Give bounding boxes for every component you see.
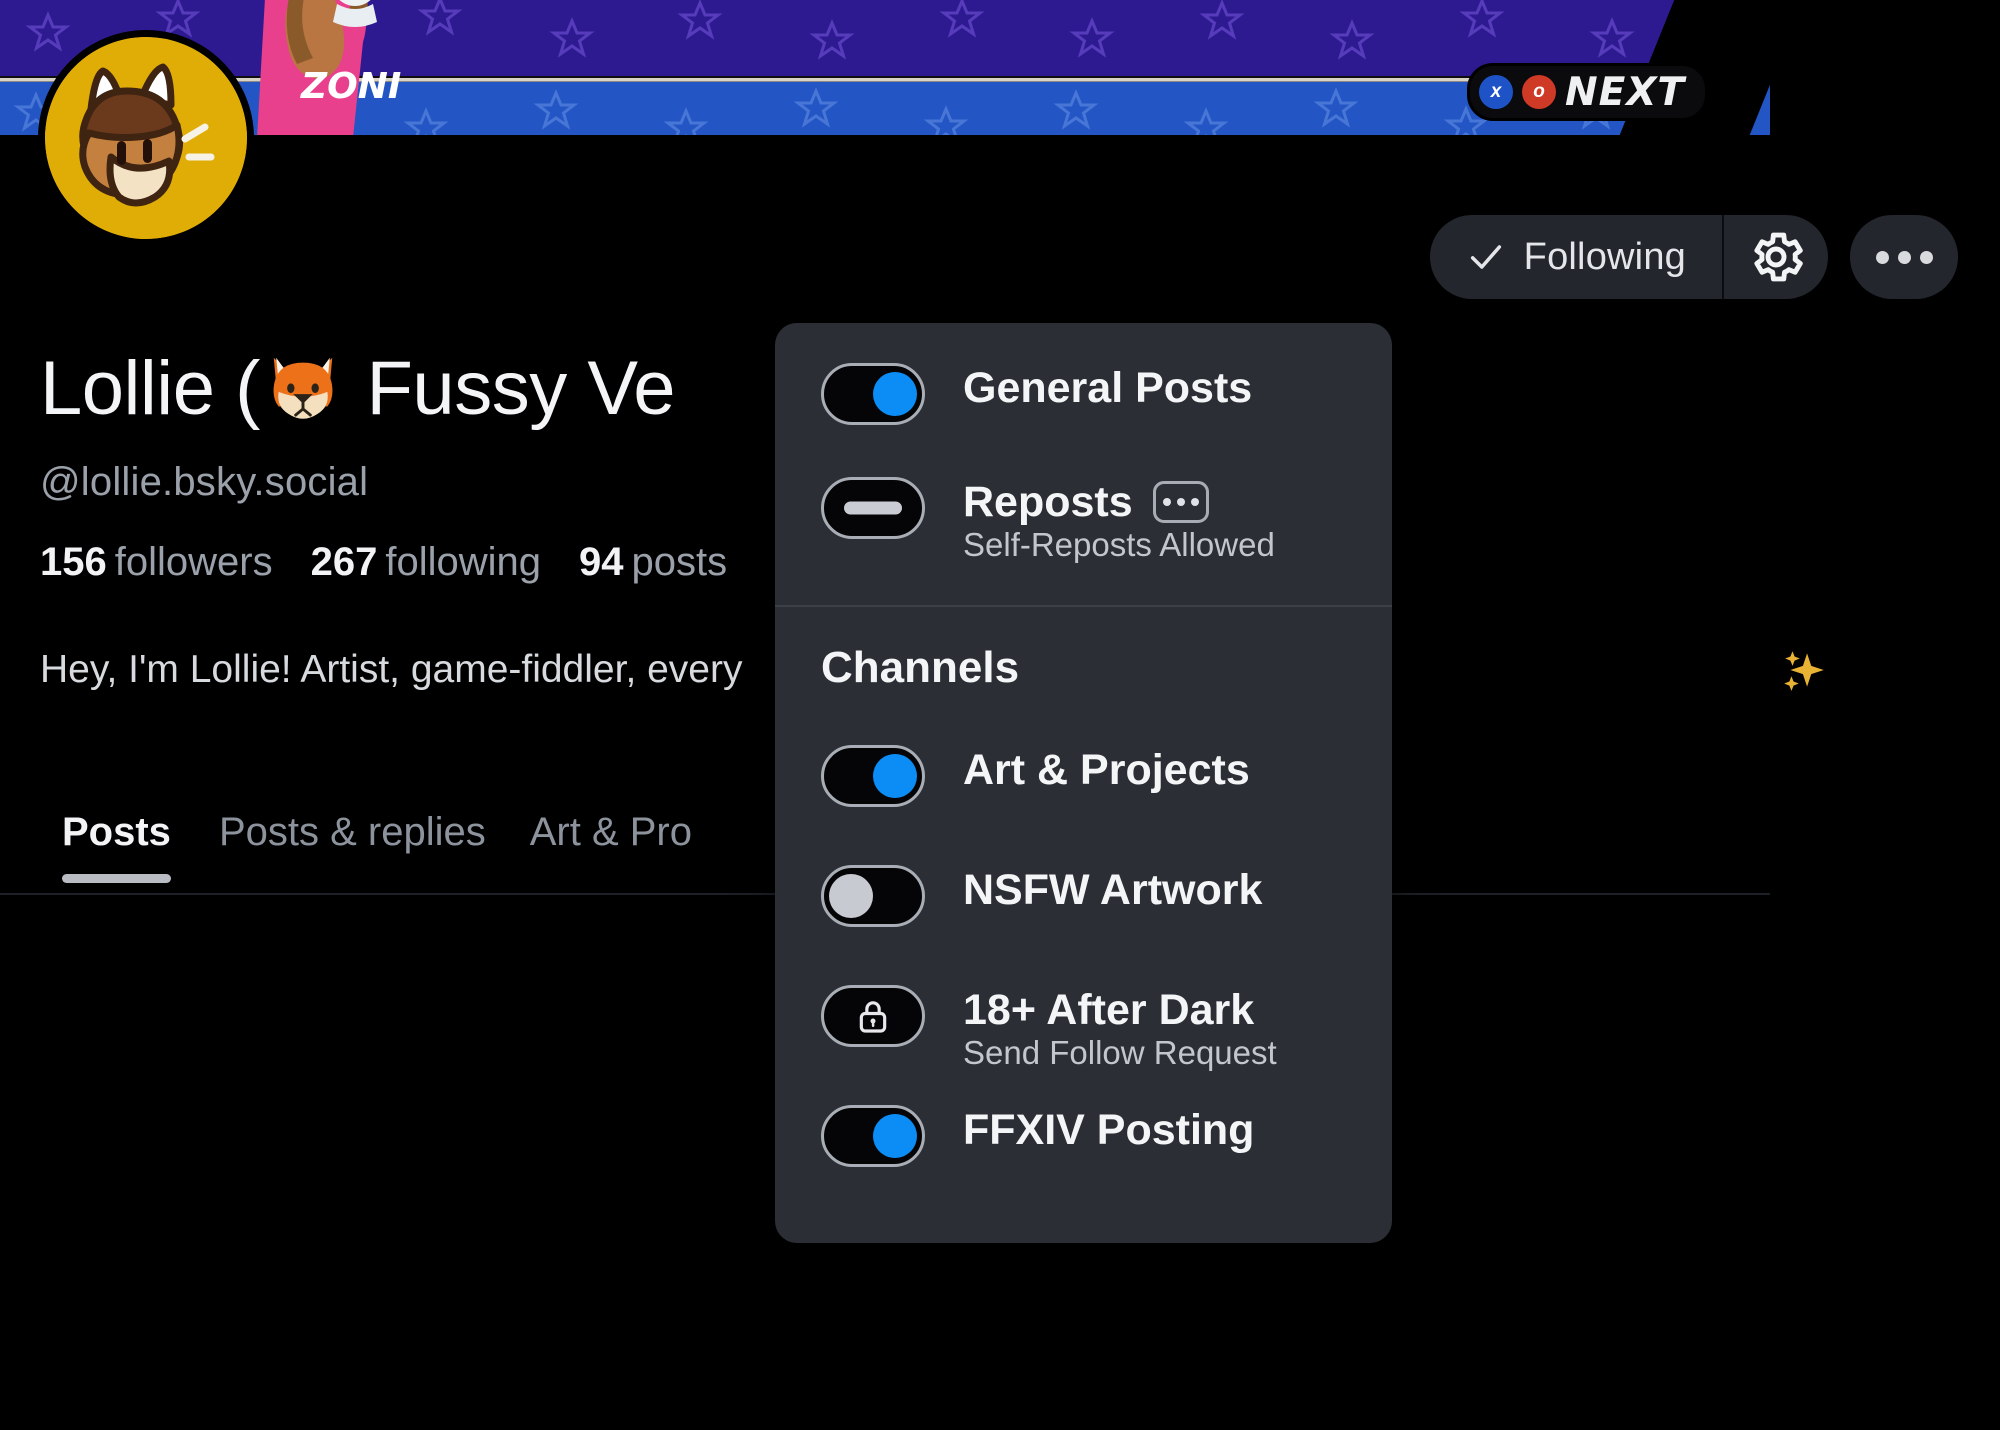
profile-action-buttons: Following [1429,215,1958,299]
page-title: Lollie ( Fussy Ve [40,346,676,439]
stat-following[interactable]: 267 following [311,540,541,585]
profile-bio: Hey, I'm Lollie! Artist, game-fiddler, e… [40,648,743,691]
sparkles-emoji [1780,645,1830,706]
following-label: following [385,540,541,584]
next-x-icon: x [1479,75,1514,109]
dropdown-item-reposts[interactable]: Reposts Self-Reposts Allowed [775,475,1392,571]
next-o-icon: o [1522,75,1557,109]
follow-settings-button[interactable] [1724,215,1828,299]
reposts-options-icon[interactable] [1152,481,1209,524]
followers-count: 156 [40,540,107,584]
tab-posts-label: Posts [62,810,171,854]
avatar-fox-illustration [45,37,247,239]
profile-stats: 156 followers 267 following 94 posts [40,540,765,585]
follow-settings-dropdown: General Posts Reposts Self-Reposts Allow… [775,323,1392,1243]
ffxiv-posting-toggle[interactable] [821,1105,925,1167]
after-dark-sublabel: Send Follow Request [963,1034,1277,1072]
dropdown-item-general-posts[interactable]: General Posts [775,361,1392,457]
tab-posts-and-replies[interactable]: Posts & replies [219,810,530,883]
check-icon [1470,245,1501,269]
reposts-sublabel: Self-Reposts Allowed [963,526,1275,564]
reposts-label: Reposts [963,478,1133,526]
stat-posts: 94 posts [579,540,727,585]
display-name-prefix: Lollie ( [40,346,260,431]
next-logo-badge: x o NEXT [1467,63,1708,121]
following-button-label: Following [1523,235,1686,278]
tab-posts[interactable]: Posts [40,810,219,883]
display-name-suffix: Fussy Ve [345,346,676,431]
after-dark-locked-toggle[interactable] [821,985,925,1047]
general-posts-toggle[interactable] [821,363,925,425]
gear-icon [1754,232,1803,282]
following-button[interactable]: Following [1429,215,1724,299]
after-dark-label: 18+ After Dark [963,986,1255,1034]
next-badge-label: NEXT [1565,69,1685,115]
posts-label: posts [631,540,728,584]
profile-tabs: Posts Posts & replies Art & Pro [40,810,736,883]
dropdown-item-ffxiv-posting[interactable]: FFXIV Posting [775,1103,1392,1203]
dropdown-item-nsfw-artwork[interactable]: NSFW Artwork [775,863,1392,963]
ellipsis-icon [1875,250,1933,264]
dropdown-item-18-plus-after-dark[interactable]: 18+ After Dark Send Follow Request [775,983,1392,1083]
nsfw-artwork-label: NSFW Artwork [963,866,1263,914]
posts-count: 94 [579,540,624,584]
profile-banner: ZONI x o NEXT [0,0,1770,135]
svg-text:ZONI: ZONI [300,66,401,107]
profile-handle: @lollie.bsky.social [40,460,369,504]
lock-icon [859,1001,887,1033]
art-and-projects-label: Art & Projects [963,746,1250,794]
general-posts-label: General Posts [963,364,1253,412]
fox-face-emoji [264,348,342,439]
art-and-projects-toggle[interactable] [821,745,925,807]
more-options-button[interactable] [1850,215,1958,299]
reposts-toggle[interactable] [821,477,925,539]
stat-followers[interactable]: 156 followers [40,540,273,585]
dropdown-item-art-and-projects[interactable]: Art & Projects [775,743,1392,843]
nsfw-artwork-toggle[interactable] [821,865,925,927]
following-count: 267 [310,540,378,584]
following-segmented-control: Following [1429,215,1828,299]
ffxiv-posting-label: FFXIV Posting [963,1106,1255,1154]
followers-label: followers [114,540,273,584]
tab-posts-and-replies-label: Posts & replies [218,810,486,854]
channels-section-title: Channels [821,643,1020,692]
avatar[interactable] [38,30,254,246]
tab-art-and-projects-label: Art & Pro [529,810,692,854]
tab-art-and-projects[interactable]: Art & Pro [530,810,736,883]
